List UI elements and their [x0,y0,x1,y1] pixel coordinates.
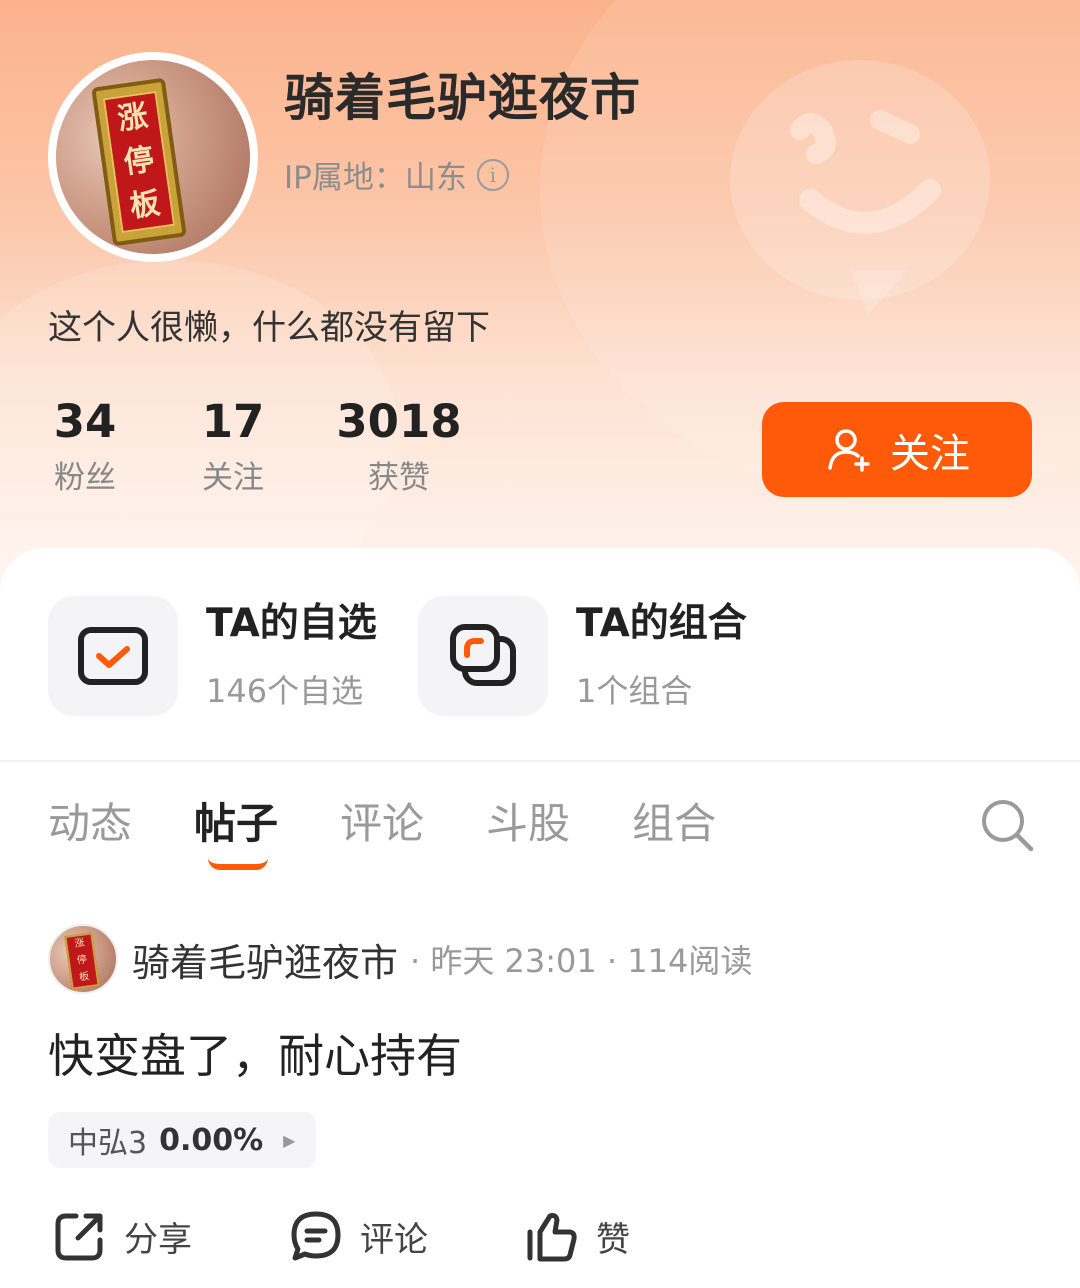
active-tab-indicator [208,858,269,870]
stat-value: 34 [53,395,117,448]
chat-bubble-tail-decoration [850,270,908,314]
follow-button[interactable]: 关注 [762,402,1032,497]
like-label: 赞 [596,1219,630,1260]
feature-text: TA的组合 1个组合 [576,600,747,712]
share-button[interactable]: 分享 [52,1208,192,1264]
stock-change: 0.00% [159,1122,264,1158]
stat-label: 获赞 [368,460,430,496]
avatar-char: 板 [78,970,90,984]
post-author-name[interactable]: 骑着毛驴逛夜市 [132,932,398,987]
stat-value: 3018 [336,395,462,448]
avatar-char: 板 [127,185,163,225]
tab-activity[interactable]: 动态 [48,794,132,854]
ip-location-row: IP属地：山东 i [284,152,509,197]
portfolio-icon [450,624,516,686]
portfolio-entry[interactable]: TA的组合 1个组合 [418,596,747,716]
post-body[interactable]: 快变盘了，耐心持有 [48,1020,462,1086]
avatar-image: 涨 停 板 [56,60,250,254]
stock-tag[interactable]: 中弘3 0.00% ▶ [48,1112,316,1168]
tab-portfolio[interactable]: 组合 [632,794,716,854]
stock-name: 中弘3 [68,1126,148,1161]
comment-label: 评论 [360,1219,428,1260]
like-button[interactable]: 赞 [524,1208,630,1264]
feature-text: TA的自选 146个自选 [206,600,377,712]
watchlist-entry[interactable]: TA的自选 146个自选 [48,596,377,716]
avatar-plaque: 涨 停 板 [91,77,187,247]
profile-tabs: 动态 帖子 评论 斗股 组合 [48,794,778,870]
follow-button-label: 关注 [890,430,970,477]
portfolio-title: TA的组合 [576,601,747,646]
stat-likes[interactable]: 3018 获赞 [336,396,461,497]
comment-icon [291,1211,341,1261]
post-header: 涨 停 板 骑着毛驴逛夜市 · 昨天 23:01 · 114阅读 [48,924,752,994]
stat-label: 关注 [202,460,264,496]
post-author-avatar[interactable]: 涨 停 板 [48,924,118,994]
share-label: 分享 [124,1219,192,1260]
watchlist-count: 146个自选 [206,672,364,710]
smile-face-decoration [790,110,941,234]
info-icon[interactable]: i [476,158,509,191]
tab-posts[interactable]: 帖子 [194,794,279,870]
comment-button[interactable]: 评论 [288,1208,428,1264]
avatar-plaque: 涨 停 板 [64,932,100,990]
section-divider [0,760,1080,762]
avatar-char: 涨 [73,937,86,951]
profile-header: 涨 停 板 骑着毛驴逛夜市 IP属地：山东 i 这个人很懒，什么都没有留下 34… [0,0,1080,600]
stat-fans[interactable]: 34 粉丝 [48,396,122,497]
avatar[interactable]: 涨 停 板 [48,52,258,262]
avatar-char: 停 [76,954,88,967]
feature-icon-box [418,596,548,716]
profile-stats: 34 粉丝 17 关注 3018 获赞 [48,396,462,497]
portfolio-count: 1个组合 [576,672,693,710]
avatar-char: 停 [121,142,157,181]
tab-comments[interactable]: 评论 [340,794,424,854]
post-actions: 分享 评论 赞 [52,1208,630,1264]
thumbs-up-icon [527,1213,577,1262]
checkbox-icon [78,627,148,685]
stat-following[interactable]: 17 关注 [190,396,276,497]
feature-icon-box [48,596,178,716]
tab-posts-label: 帖子 [194,799,279,848]
share-icon [55,1213,103,1261]
watchlist-title: TA的自选 [206,601,377,646]
post-meta: · 昨天 23:01 · 114阅读 [410,942,753,980]
stat-value: 17 [201,395,265,448]
avatar-char: 涨 [115,98,151,138]
tab-stock-battle[interactable]: 斗股 [486,794,570,854]
chevron-right-icon: ▶ [283,1130,296,1150]
stat-label: 粉丝 [54,460,116,496]
search-icon[interactable] [978,796,1036,854]
profile-bio: 这个人很懒，什么都没有留下 [48,308,490,348]
add-user-icon [828,428,870,472]
ip-location-text: IP属地：山东 [284,160,467,196]
profile-username: 骑着毛驴逛夜市 [284,69,641,127]
